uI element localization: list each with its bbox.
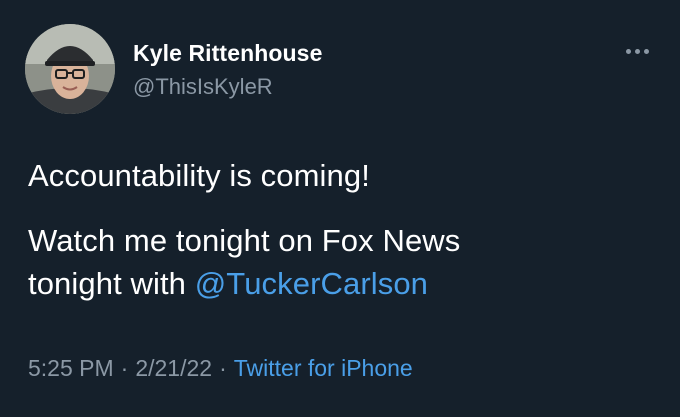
- tweet-source-link[interactable]: Twitter for iPhone: [234, 355, 413, 381]
- tweet-text-line: Watch me tonight on Fox News: [28, 223, 461, 258]
- more-options-button[interactable]: [619, 40, 655, 62]
- more-horizontal-icon: [643, 48, 649, 54]
- author-handle[interactable]: @ThisIsKyleR: [133, 74, 273, 100]
- tweet-card: Kyle Rittenhouse @ThisIsKyleR Accountabi…: [0, 0, 680, 417]
- tweet-date[interactable]: 2/21/22: [135, 355, 212, 381]
- tweet-text-prefix: tonight with: [28, 266, 195, 301]
- profile-photo-icon: [25, 24, 115, 114]
- avatar[interactable]: [25, 24, 115, 114]
- mention-link[interactable]: @TuckerCarlson: [195, 266, 428, 301]
- tweet-text-line: Accountability is coming!: [28, 158, 370, 193]
- more-horizontal-icon: [625, 48, 631, 54]
- separator: ·: [120, 355, 129, 381]
- author-display-name[interactable]: Kyle Rittenhouse: [133, 40, 322, 67]
- tweet-text-line: tonight with @TuckerCarlson: [28, 266, 428, 302]
- separator: ·: [219, 355, 227, 381]
- more-horizontal-icon: [634, 48, 640, 54]
- tweet-time[interactable]: 5:25 PM: [28, 355, 114, 381]
- tweet-metadata: 5:25 PM · 2/21/22 · Twitter for iPhone: [28, 355, 413, 382]
